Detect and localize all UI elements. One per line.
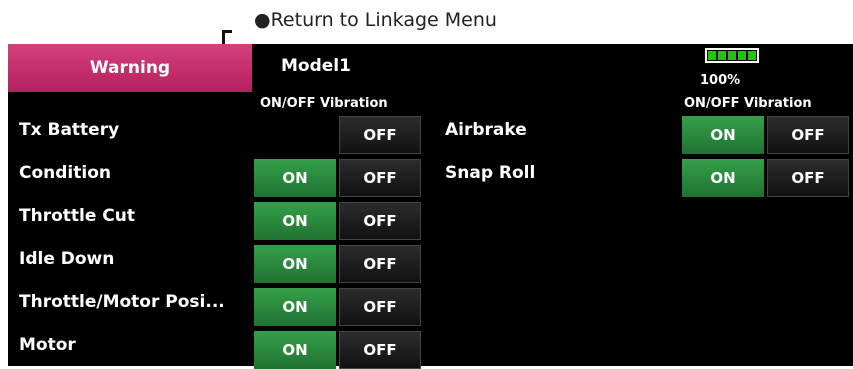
annotation-callout: ●Return to Linkage Menu (222, 0, 622, 44)
warning-on-button[interactable]: ON (254, 202, 336, 240)
row-label-idle-down: Idle Down (19, 249, 115, 269)
battery-percent: 100% (700, 73, 741, 88)
vibration-off-button[interactable]: OFF (339, 245, 421, 283)
warning-on-button[interactable]: ON (254, 288, 336, 326)
warning-on-button[interactable]: ON (254, 245, 336, 283)
vibration-off-button[interactable]: OFF (339, 288, 421, 326)
row-label-throttle-motor-position: Throttle/Motor Posi... (19, 292, 225, 312)
vibration-off-button[interactable]: OFF (767, 116, 849, 154)
warning-tab-button[interactable]: Warning (8, 44, 252, 92)
warning-on-button[interactable]: ON (254, 331, 336, 369)
column-header-right: ON/OFF Vibration (684, 96, 812, 111)
vibration-off-button[interactable]: OFF (767, 159, 849, 197)
column-header-left: ON/OFF Vibration (260, 96, 388, 111)
model-name: Model1 (281, 56, 351, 76)
annotation-text: ●Return to Linkage Menu (254, 9, 497, 31)
row-label-throttle-cut: Throttle Cut (19, 206, 135, 226)
vibration-off-button[interactable]: OFF (339, 116, 421, 154)
warning-on-button[interactable]: ON (682, 116, 764, 154)
row-label-condition: Condition (19, 163, 111, 183)
row-label-snap-roll: Snap Roll (445, 163, 536, 183)
row-label-motor: Motor (19, 335, 76, 355)
transmitter-screen: Warning Model1 100% ON/OFF Vibration ON/… (8, 44, 853, 369)
warning-on-button[interactable]: ON (682, 159, 764, 197)
battery-icon (703, 46, 765, 66)
row-label-airbrake: Airbrake (445, 120, 527, 140)
vibration-off-button[interactable]: OFF (339, 202, 421, 240)
row-label-tx-battery: Tx Battery (19, 120, 120, 140)
callout-line (222, 30, 232, 33)
warning-on-button[interactable]: ON (254, 159, 336, 197)
vibration-off-button[interactable]: OFF (339, 331, 421, 369)
vibration-off-button[interactable]: OFF (339, 159, 421, 197)
